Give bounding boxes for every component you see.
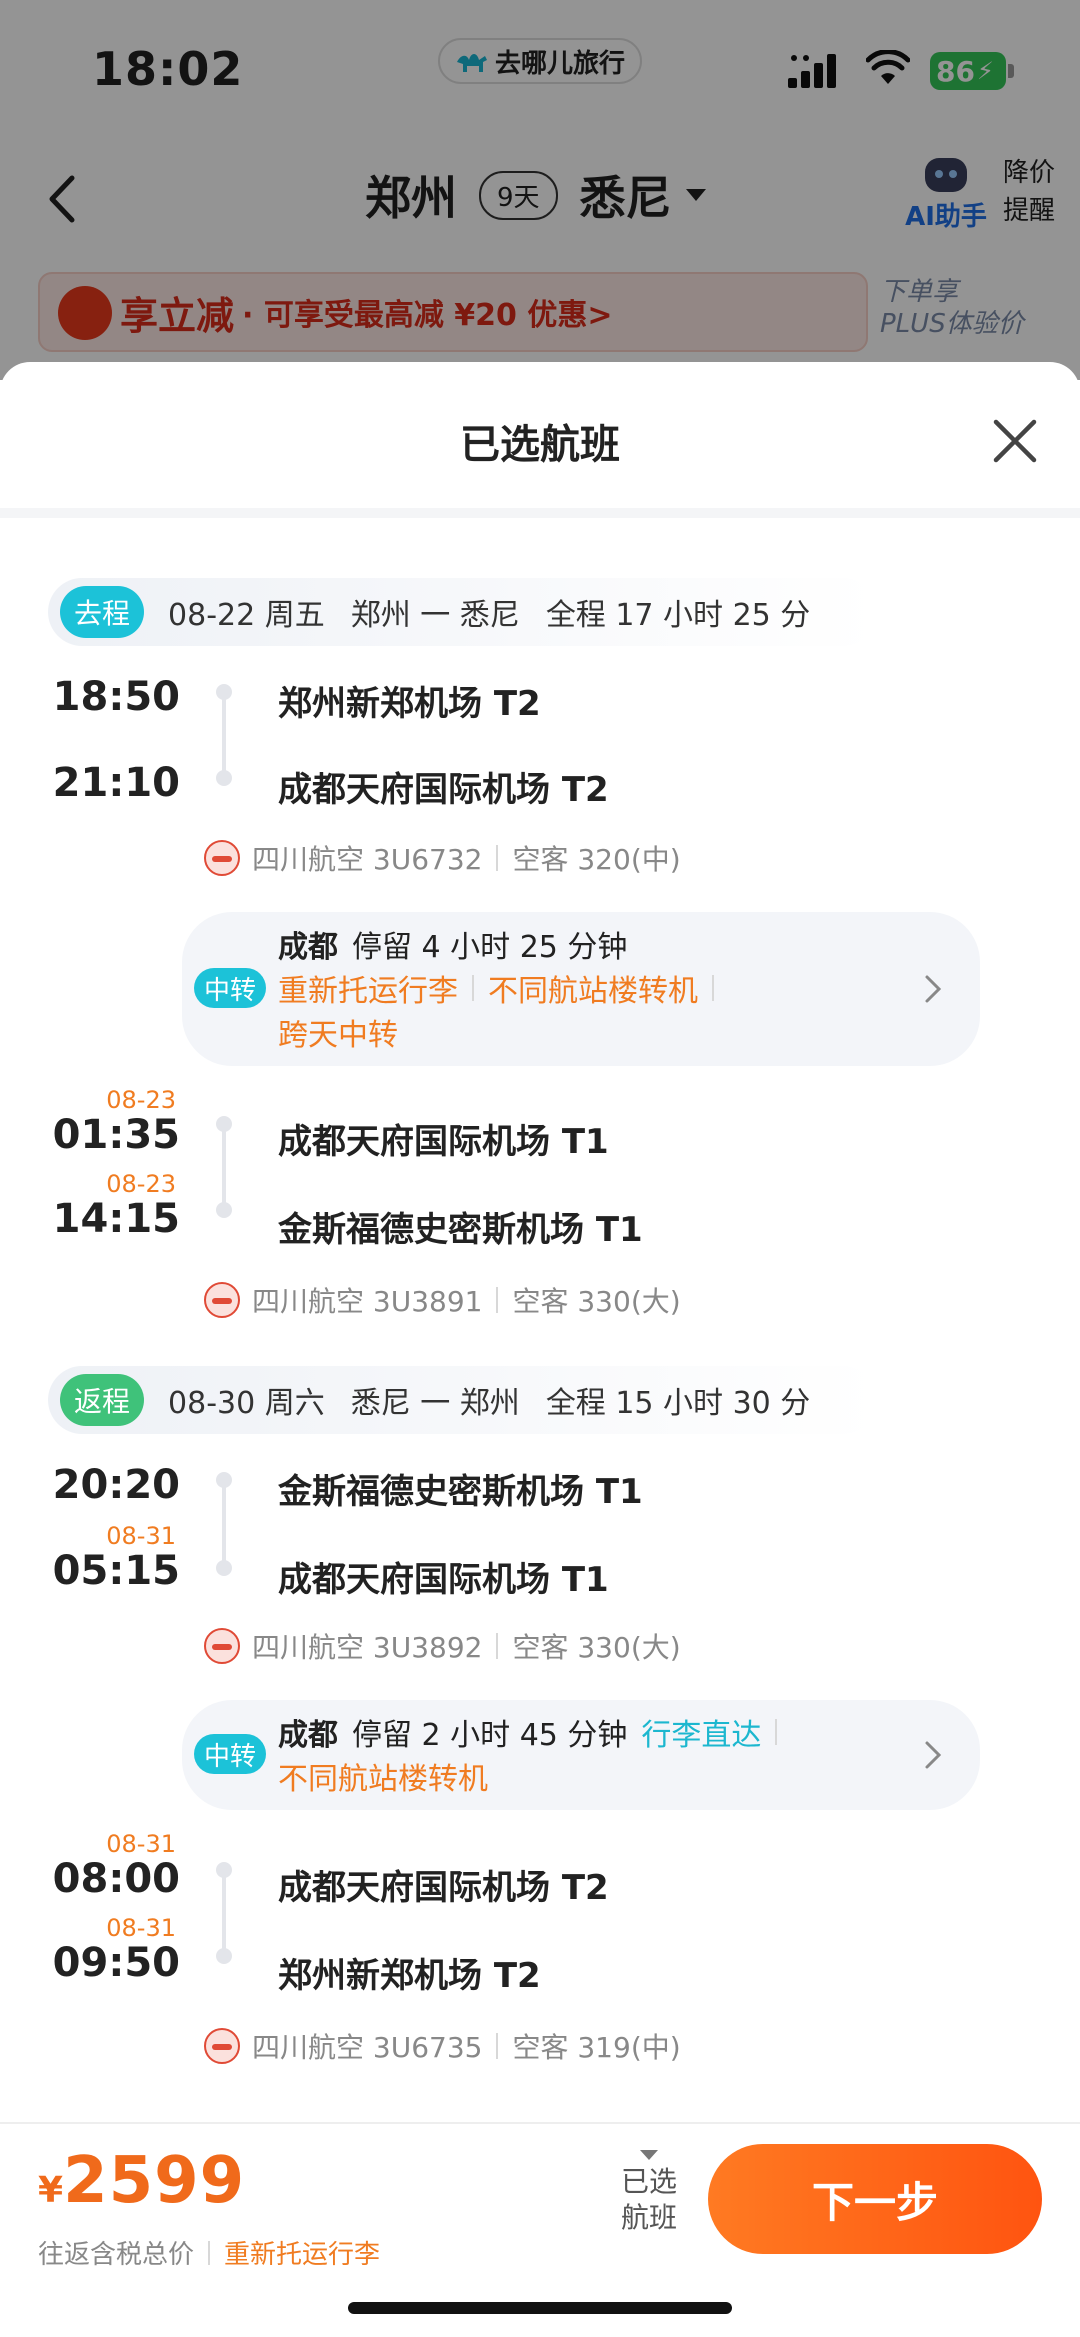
- transfer-city: 成都: [278, 930, 338, 965]
- timeline-dot: [216, 1560, 232, 1576]
- price-note: 往返含税总价 重新托运行李: [38, 2234, 380, 2271]
- flight-number: 四川航空 3U6732: [252, 843, 483, 876]
- flight-number: 四川航空 3U3891: [252, 1285, 483, 1318]
- transfer-note-1: 行李直达: [641, 1718, 762, 1753]
- price-note-text: 往返含税总价: [38, 2240, 195, 2270]
- dep-airport: 郑州新郑机场 T2: [278, 684, 541, 724]
- transfer-tag: 中转: [194, 1734, 266, 1774]
- sichuan-airlines-logo-icon: [204, 840, 240, 876]
- dep-date: 08-23: [106, 1086, 176, 1114]
- transfer-line-2: 重新托运行李 不同航站楼转机: [278, 966, 728, 1010]
- return-leg-2: 08-31 08:00 成都天府国际机场 T2 08-31 09:50 郑州新郑…: [0, 1830, 1080, 2064]
- outbound-date: 08-22 周五: [168, 598, 325, 633]
- sheet-title: 已选航班: [460, 422, 620, 468]
- total-price: ¥ 2599: [38, 2144, 245, 2218]
- selected-line2: 航班: [620, 2201, 677, 2234]
- sheet-header: 已选航班: [0, 362, 1080, 518]
- transfer-stay: 停留 4 小时 25 分钟: [352, 930, 628, 965]
- transfer-line-1: 成都 停留 4 小时 25 分钟: [278, 922, 627, 966]
- arr-airport: 郑州新郑机场 T2: [278, 1956, 541, 1996]
- airline-info: 四川航空 3U3892 空客 330(大): [204, 1626, 681, 1666]
- dep-time: 08:00: [52, 1856, 180, 1902]
- airline-info: 四川航空 3U6735 空客 319(中): [204, 2026, 681, 2066]
- dep-time: 01:35: [52, 1112, 180, 1158]
- aircraft: 空客 319(中): [512, 2031, 681, 2064]
- return-leg-1: 20:20 金斯福德史密斯机场 T1 08-31 05:15 成都天府国际机场 …: [0, 1450, 1080, 1664]
- chevron-right-icon: [925, 1741, 942, 1769]
- return-header: 返程 08-30 周六 悉尼 一 郑州 全程 15 小时 30 分: [48, 1366, 878, 1434]
- dep-time: 20:20: [52, 1462, 180, 1508]
- flight-number: 四川航空 3U6735: [252, 2031, 483, 2064]
- timeline-line: [222, 1870, 226, 1950]
- arr-time: 05:15: [52, 1548, 180, 1594]
- arr-airport: 金斯福德史密斯机场 T1: [278, 1210, 643, 1250]
- arr-date: 08-31: [106, 1522, 176, 1550]
- flight-number: 四川航空 3U3892: [252, 1631, 483, 1664]
- price-note-warning: 重新托运行李: [224, 2240, 381, 2270]
- outbound-leg-2: 08-23 01:35 成都天府国际机场 T1 08-23 14:15 金斯福德…: [0, 1086, 1080, 1318]
- return-tag: 返程: [60, 1374, 145, 1426]
- outbound-total: 全程 17 小时 25 分: [545, 598, 811, 633]
- aircraft: 空客 330(大): [512, 1285, 681, 1318]
- timeline-dot: [216, 1202, 232, 1218]
- arr-time: 09:50: [52, 1940, 180, 1986]
- outbound-tag: 去程: [60, 586, 145, 638]
- next-step-button[interactable]: 下一步: [708, 2144, 1042, 2254]
- dep-time: 18:50: [52, 674, 180, 720]
- transfer-line-3: 跨天中转: [278, 1010, 398, 1054]
- timeline-dot: [216, 1948, 232, 1964]
- airline-info: 四川航空 3U6732 空客 320(中): [204, 838, 681, 878]
- return-transfer-card[interactable]: 中转 成都 停留 2 小时 45 分钟 行李直达 不同航站楼转机: [182, 1700, 980, 1810]
- dep-airport: 成都天府国际机场 T2: [278, 1868, 609, 1908]
- transfer-note-2: 不同航站楼转机: [278, 1762, 488, 1797]
- sichuan-airlines-logo-icon: [204, 2028, 240, 2064]
- timeline-line: [222, 692, 226, 772]
- transfer-tag: 中转: [194, 968, 266, 1008]
- outbound-header: 去程 08-22 周五 郑州 一 悉尼 全程 17 小时 25 分: [48, 578, 878, 646]
- transfer-note-3: 跨天中转: [278, 1018, 398, 1053]
- arr-airport: 成都天府国际机场 T1: [278, 1560, 609, 1600]
- outbound-route: 郑州 一 悉尼: [350, 598, 520, 633]
- arr-time: 21:10: [52, 760, 180, 806]
- arr-date: 08-23: [106, 1170, 176, 1198]
- aircraft: 空客 320(中): [512, 843, 681, 876]
- arr-date: 08-31: [106, 1914, 176, 1942]
- home-indicator[interactable]: [348, 2302, 732, 2314]
- outbound-leg-1: 18:50 郑州新郑机场 T2 21:10 成都天府国际机场 T2 四川航空 3…: [0, 662, 1080, 876]
- transfer-city: 成都: [278, 1718, 338, 1753]
- return-total: 全程 15 小时 30 分: [545, 1386, 811, 1421]
- selected-flights-toggle[interactable]: 已选 航班: [614, 2150, 684, 2236]
- transfer-stay: 停留 2 小时 45 分钟: [352, 1718, 628, 1753]
- sichuan-airlines-logo-icon: [204, 1628, 240, 1664]
- aircraft: 空客 330(大): [512, 1631, 681, 1664]
- arr-time: 14:15: [52, 1196, 180, 1242]
- modal-overlay[interactable]: [0, 0, 1080, 380]
- currency-symbol: ¥: [38, 2170, 64, 2211]
- transfer-line-1: 成都 停留 2 小时 45 分钟 行李直达: [278, 1710, 791, 1754]
- timeline-dot: [216, 770, 232, 786]
- selected-line1: 已选: [620, 2165, 677, 2198]
- dep-airport: 成都天府国际机场 T1: [278, 1122, 609, 1162]
- dep-airport: 金斯福德史密斯机场 T1: [278, 1472, 643, 1512]
- collapse-caret-icon: [640, 2150, 658, 2160]
- transfer-note-2: 不同航站楼转机: [488, 974, 698, 1009]
- timeline-line: [222, 1480, 226, 1562]
- selected-flights-sheet: 已选航班 去程 08-22 周五 郑州 一 悉尼 全程 17 小时 25 分 1…: [0, 362, 1080, 2337]
- sichuan-airlines-logo-icon: [204, 1282, 240, 1318]
- transfer-note-1: 重新托运行李: [278, 974, 458, 1009]
- timeline-line: [222, 1124, 226, 1204]
- outbound-transfer-card[interactable]: 中转 成都 停留 4 小时 25 分钟 重新托运行李 不同航站楼转机 跨天中转: [182, 912, 980, 1066]
- return-route: 悉尼 一 郑州: [350, 1386, 520, 1421]
- return-date: 08-30 周六: [168, 1386, 325, 1421]
- airline-info: 四川航空 3U3891 空客 330(大): [204, 1280, 681, 1320]
- dep-date: 08-31: [106, 1830, 176, 1858]
- arr-airport: 成都天府国际机场 T2: [278, 770, 609, 810]
- chevron-right-icon: [925, 975, 942, 1003]
- transfer-line-2: 不同航站楼转机: [278, 1754, 488, 1798]
- close-icon[interactable]: [992, 418, 1038, 464]
- price-value: 2599: [63, 2144, 246, 2218]
